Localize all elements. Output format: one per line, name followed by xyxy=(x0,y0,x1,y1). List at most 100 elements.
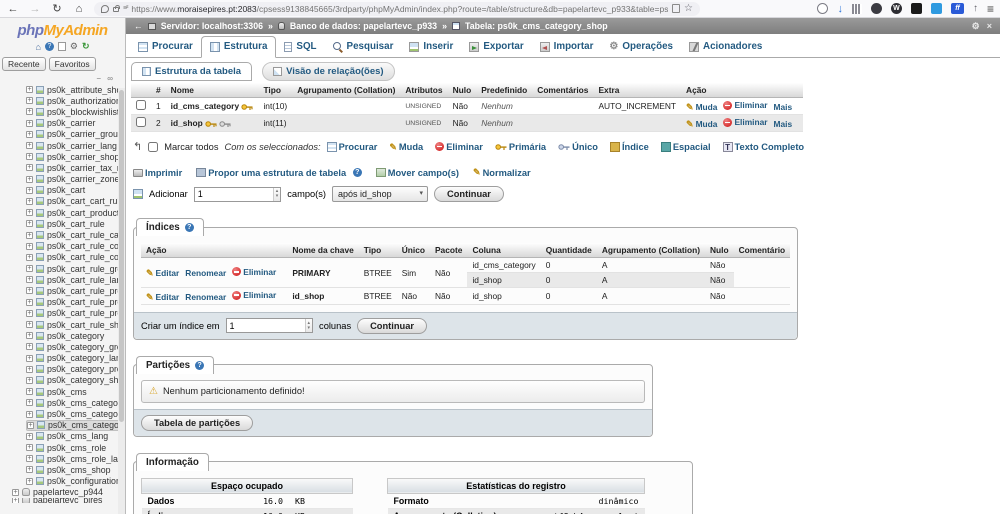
pocket-icon[interactable] xyxy=(817,3,829,14)
tab-procurar[interactable]: Procurar xyxy=(130,37,201,57)
expand-icon[interactable]: + xyxy=(26,477,33,485)
expand-icon[interactable]: + xyxy=(26,276,33,284)
tree-item-table[interactable]: + ps0k_cms_shop xyxy=(26,464,125,475)
url-bar[interactable]: ≡² https://www.moraisepires.pt:2083/cpse… xyxy=(94,1,700,16)
tree-item-table[interactable]: + ps0k_authorization_role xyxy=(26,95,125,106)
phpmyadmin-logo[interactable]: phpMyAdmin xyxy=(0,18,125,39)
expand-icon[interactable]: + xyxy=(27,421,34,429)
extension-icon[interactable] xyxy=(870,3,882,14)
expand-icon[interactable]: + xyxy=(26,455,33,463)
permissions-icon[interactable]: ≡² xyxy=(123,5,129,12)
help-icon[interactable]: ? xyxy=(352,168,362,177)
tree-item-table[interactable]: + ps0k_attribute_shop xyxy=(26,84,125,95)
change-column-link[interactable]: ✎ Muda xyxy=(686,102,717,112)
expand-icon[interactable]: + xyxy=(26,142,33,150)
selected-fulltext-link[interactable]: T Texto Completo xyxy=(722,141,804,152)
selected-browse-link[interactable]: Procurar xyxy=(326,141,377,152)
expand-icon[interactable]: + xyxy=(12,488,19,496)
expand-icon[interactable]: + xyxy=(26,399,33,407)
tree-item-table[interactable]: + ps0k_cart xyxy=(26,185,125,196)
tree-item-table[interactable]: + ps0k_carrier_zone xyxy=(26,174,125,185)
tree-item-table[interactable]: + ps0k_cart_rule_country xyxy=(26,252,125,263)
bookmark-star-icon[interactable]: ☆ xyxy=(684,3,693,14)
drop-index-link[interactable]: Eliminar xyxy=(232,267,276,277)
add-count-input[interactable] xyxy=(194,187,273,201)
expand-icon[interactable]: + xyxy=(26,265,33,273)
tree-item-table[interactable]: + ps0k_configuration xyxy=(26,476,125,487)
tree-item-table[interactable]: + ps0k_cart_rule_lang xyxy=(26,274,125,285)
drop-column-link[interactable]: Eliminar xyxy=(723,100,768,110)
selected-change-link[interactable]: ✎ Muda xyxy=(389,142,423,152)
tree-item-table[interactable]: + ps0k_cart_rule_combinati xyxy=(26,241,125,252)
expand-icon[interactable]: + xyxy=(26,432,33,440)
expand-icon[interactable]: + xyxy=(26,86,33,94)
lock-icon[interactable] xyxy=(113,5,120,12)
expand-icon[interactable]: + xyxy=(26,186,33,194)
library-icon[interactable] xyxy=(851,3,862,14)
tree-item-table[interactable]: + ps0k_cart_product xyxy=(26,207,125,218)
pma-refresh-icon[interactable]: ↻ xyxy=(82,41,90,52)
expand-icon[interactable]: + xyxy=(26,242,33,250)
expand-icon[interactable]: + xyxy=(26,108,33,116)
expand-icon[interactable]: + xyxy=(26,444,33,452)
rename-index-link[interactable]: Renomear xyxy=(185,292,226,302)
collapse-all-icon[interactable]: − xyxy=(96,74,101,83)
breadcrumb-database[interactable]: Banco de dados: papelartevc_p933 xyxy=(290,21,437,31)
favorite-tables-button[interactable]: Favoritos xyxy=(48,57,96,71)
tree-item-table[interactable]: + ps0k_cart_rule xyxy=(26,218,125,229)
expand-icon[interactable]: + xyxy=(26,130,33,138)
tree-item-table[interactable]: + ps0k_carrier xyxy=(26,118,125,129)
share-icon[interactable]: ↑ xyxy=(973,3,978,14)
expand-icon[interactable]: + xyxy=(26,153,33,161)
expand-icon[interactable]: + xyxy=(26,466,33,474)
pma-help-icon[interactable]: ? xyxy=(44,42,54,51)
index-columns-input[interactable] xyxy=(226,319,305,332)
check-all-label[interactable]: Marcar todos xyxy=(164,142,218,152)
row-checkbox[interactable] xyxy=(136,117,146,127)
tree-item-table[interactable]: + ps0k_cms_category_lang xyxy=(26,408,125,419)
back-icon[interactable]: ← xyxy=(6,3,20,15)
tab-exportar[interactable]: Exportar xyxy=(461,37,531,57)
more-link[interactable]: Mais xyxy=(774,119,793,129)
tab-inserir[interactable]: Inserir xyxy=(401,37,461,57)
tree-item-table[interactable]: + ps0k_cms_role_lang xyxy=(26,453,125,464)
reload-icon[interactable]: ↻ xyxy=(50,2,64,15)
firefox-account-icon[interactable]: ff xyxy=(950,3,964,14)
scrollbar-thumb[interactable] xyxy=(119,90,124,423)
expand-icon[interactable]: + xyxy=(26,332,33,340)
tree-item-table[interactable]: + ps0k_category_shop xyxy=(26,375,125,386)
expand-icon[interactable]: + xyxy=(26,197,33,205)
tab-pesquisar[interactable]: Pesquisar xyxy=(325,37,402,57)
selected-drop-link[interactable]: Eliminar xyxy=(435,142,483,152)
number-stepper[interactable]: ▴ ▾ xyxy=(304,319,313,332)
selected-unique-link[interactable]: Único xyxy=(558,142,598,152)
tree-item-database[interactable]: + papelartevc_pires xyxy=(12,497,125,503)
extension-icon[interactable] xyxy=(910,3,922,14)
tree-item-table[interactable]: + ps0k_cart_rule_shop xyxy=(26,319,125,330)
tree-item-table[interactable]: + ps0k_category xyxy=(26,330,125,341)
expand-icon[interactable]: + xyxy=(26,410,33,418)
expand-icon[interactable]: + xyxy=(26,119,33,127)
tree-item-table[interactable]: + ps0k_cart_cart_rule xyxy=(26,196,125,207)
more-link[interactable]: Mais xyxy=(774,102,793,112)
home-icon[interactable]: ⌂ xyxy=(72,3,86,15)
tree-item-table[interactable]: + ps0k_cart_rule_product_r xyxy=(26,297,125,308)
edit-index-link[interactable]: ✎ Editar xyxy=(146,268,179,278)
tree-item-table[interactable]: + ps0k_cart_rule_group xyxy=(26,263,125,274)
pma-docs-icon[interactable] xyxy=(57,42,66,51)
tree-item-table[interactable]: + ps0k_cart_rule_product_r xyxy=(26,285,125,296)
expand-icon[interactable]: + xyxy=(26,209,33,217)
expand-icon[interactable]: + xyxy=(26,343,33,351)
check-all-checkbox[interactable] xyxy=(148,141,159,152)
expand-icon[interactable]: + xyxy=(26,298,33,306)
tree-item-table[interactable]: + ps0k_cms_category_shop xyxy=(26,419,125,431)
tab-operacoes[interactable]: ⚙ Operações xyxy=(601,37,681,57)
selected-spatial-link[interactable]: Espacial xyxy=(660,141,711,152)
tree-item-table[interactable]: + ps0k_cms xyxy=(26,386,125,397)
recent-tables-button[interactable]: Recente xyxy=(2,57,46,71)
extension-icon[interactable] xyxy=(930,3,942,14)
expand-icon[interactable]: + xyxy=(26,287,33,295)
tree-item-table[interactable]: + ps0k_cart_rule_carrier xyxy=(26,229,125,240)
tree-item-table[interactable]: + ps0k_category_group xyxy=(26,341,125,352)
selected-index-link[interactable]: Índice xyxy=(609,141,649,152)
